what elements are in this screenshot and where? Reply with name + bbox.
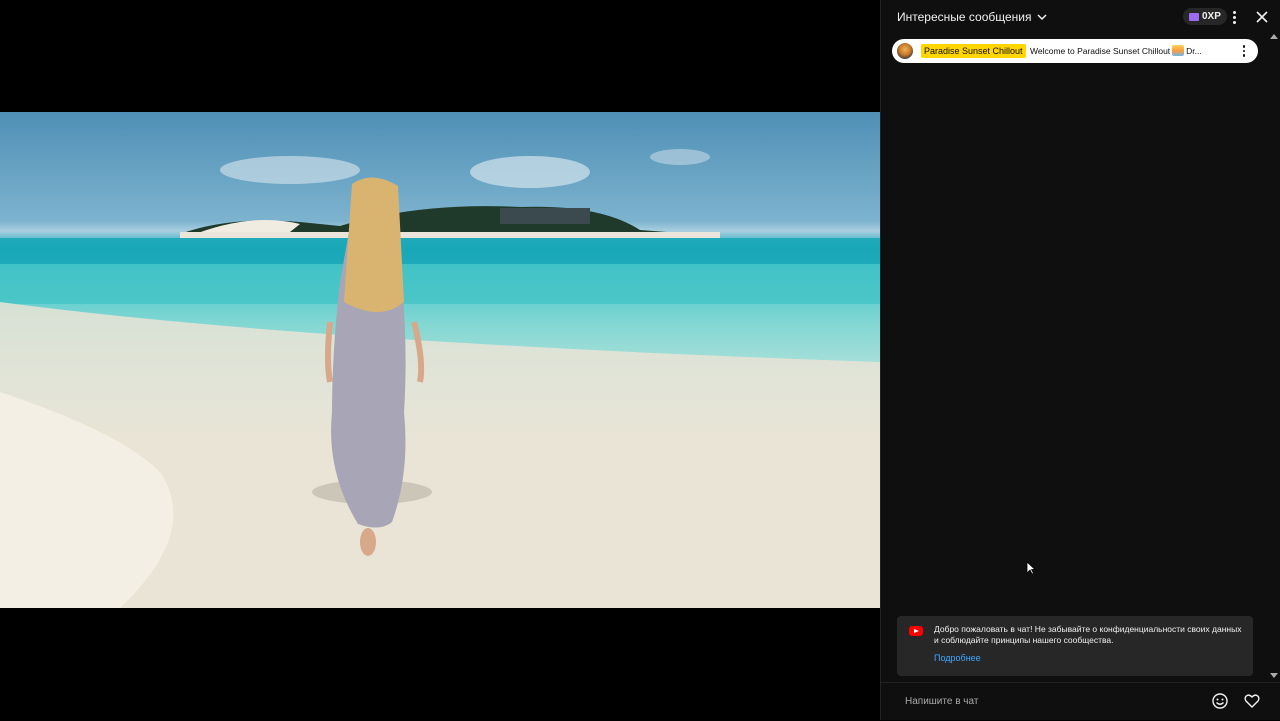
- chat-mode-selector[interactable]: Интересные сообщения: [897, 10, 1048, 24]
- pinned-message-tail: Dr...: [1186, 45, 1202, 56]
- pinned-author: Paradise Sunset Chillout: [921, 44, 1026, 58]
- more-vert-icon[interactable]: [1227, 9, 1241, 25]
- chat-header: Интересные сообщения 0XP: [881, 0, 1280, 34]
- beach-scene-image: [0, 149, 880, 608]
- scroll-up-icon[interactable]: [1270, 34, 1278, 39]
- youtube-icon: [909, 626, 923, 636]
- xp-badge[interactable]: 0XP: [1183, 8, 1227, 25]
- pinned-more-vert-icon[interactable]: [1240, 45, 1248, 57]
- chat-input-row: [881, 682, 1280, 721]
- pinned-message-body: Welcome to Paradise Sunset Chillout: [1030, 45, 1171, 56]
- sunset-emoji-icon: [1172, 45, 1185, 56]
- emoji-icon[interactable]: [1211, 692, 1229, 710]
- pinned-message[interactable]: Paradise Sunset Chillout Welcome to Para…: [892, 39, 1258, 63]
- xp-icon: [1189, 12, 1199, 21]
- mouse-cursor-icon: [1026, 561, 1036, 575]
- xp-value: 0XP: [1202, 11, 1221, 22]
- close-icon[interactable]: [1253, 8, 1271, 26]
- video-frame[interactable]: [0, 112, 880, 608]
- pinned-message-text: Welcome to Paradise Sunset Chillout Dr..…: [1030, 45, 1202, 56]
- welcome-notice: Добро пожаловать в чат! Не забывайте о к…: [897, 616, 1253, 676]
- chat-mode-label: Интересные сообщения: [897, 10, 1032, 24]
- video-player[interactable]: [0, 0, 880, 720]
- learn-more-link[interactable]: Подробнее: [934, 653, 981, 663]
- chat-scrollbar[interactable]: [1268, 34, 1279, 682]
- chevron-down-icon: [1036, 14, 1047, 21]
- avatar: [897, 43, 913, 59]
- heart-icon[interactable]: [1243, 692, 1261, 710]
- live-chat-panel: Интересные сообщения 0XP Paradise Sunset…: [880, 0, 1280, 720]
- chat-input[interactable]: [897, 690, 1223, 712]
- scroll-down-icon[interactable]: [1270, 673, 1278, 678]
- welcome-text: Добро пожаловать в чат! Не забывайте о к…: [934, 624, 1242, 645]
